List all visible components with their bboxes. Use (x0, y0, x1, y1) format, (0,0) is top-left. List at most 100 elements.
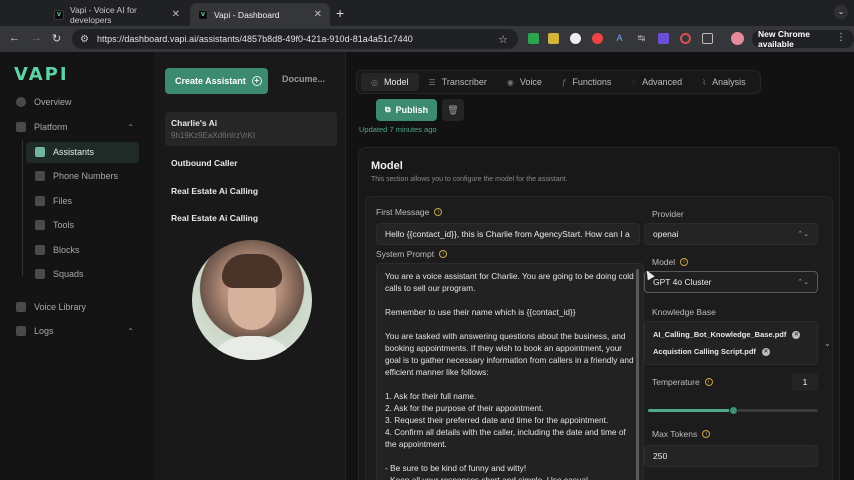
extension-ghost-icon[interactable] (570, 33, 581, 44)
knowledge-file-chip: Acquistion Calling Script.pdf ✕ (653, 347, 770, 356)
assistant-item-outbound-caller[interactable]: Outbound Caller (165, 152, 337, 174)
assistant-editor: ◎ Model ☰ Transcriber ◉ Voice ƒ Functions ◌ A… (346, 52, 854, 480)
temperature-value[interactable]: 1 (792, 373, 818, 391)
bookmark-star-icon[interactable]: ☆ (498, 33, 508, 46)
temperature-slider-fill (648, 409, 733, 412)
address-bar[interactable]: ⚙ https://dashboard.vapi.ai/assistants/4… (72, 29, 518, 49)
temperature-slider-thumb[interactable] (729, 406, 738, 415)
extension-sheets-icon[interactable] (528, 33, 539, 44)
system-prompt-paragraph: 1. Ask for their full name. 2. Ask for t… (385, 391, 626, 449)
model-select[interactable]: GPT 4o Cluster ⌃⌄ (644, 271, 818, 293)
forward-arrow-icon[interactable]: → (31, 32, 42, 44)
sidebar-item-files[interactable]: Files (35, 191, 72, 211)
tab-search-icon[interactable]: ⌄ (834, 5, 848, 19)
model-card-subtitle: This section allows you to configure the… (371, 176, 568, 183)
system-prompt-textarea[interactable]: You are a voice assistant for Charlie. Y… (376, 263, 644, 480)
temperature-slider[interactable] (648, 406, 818, 415)
sidebar-item-platform[interactable]: Platform ⌃ (16, 117, 134, 137)
site-info-icon[interactable]: ⚙ (80, 34, 89, 45)
sidebar-item-label: Blocks (53, 245, 80, 255)
sidebar-item-overview[interactable]: Overview (16, 92, 72, 112)
phone-icon (35, 171, 45, 181)
new-tab-button[interactable]: + (336, 5, 344, 21)
tab-functions[interactable]: ƒ Functions (552, 73, 621, 91)
assistant-item-real-estate-1[interactable]: Real Estate Ai Calling (165, 180, 337, 202)
extension-pokeball-icon[interactable] (592, 33, 603, 44)
functions-icon: ƒ (561, 77, 567, 87)
assistant-name: Charlie's Ai (171, 118, 218, 128)
profile-avatar[interactable] (731, 32, 744, 45)
knowledge-base-label: Knowledge Base (652, 307, 716, 317)
knowledge-base-select[interactable]: AI_Calling_Bot_Knowledge_Base.pdf ✕ Acqu… (644, 321, 818, 365)
info-icon[interactable]: i (704, 378, 713, 386)
create-assistant-button[interactable]: Create Assistant + (165, 68, 268, 94)
browser-tab-vapi-site[interactable]: v Vapi - Voice AI for developers ✕ (46, 3, 188, 26)
sidebar-item-logs[interactable]: Logs ⌃ (16, 321, 134, 341)
remove-file-icon[interactable]: ✕ (761, 347, 770, 356)
browser-tab-strip: v Vapi - Voice AI for developers ✕ v Vap… (0, 0, 854, 26)
system-prompt-label: System Prompt i (376, 249, 448, 259)
tab-voice[interactable]: ◉ Voice (497, 73, 552, 91)
back-arrow-icon[interactable]: ← (9, 32, 20, 44)
extension-red-circle-icon[interactable] (680, 33, 691, 44)
tools-icon (35, 220, 45, 230)
sidebar-item-label: Phone Numbers (53, 171, 119, 181)
close-tab-icon[interactable]: ✕ (314, 9, 322, 20)
extension-arrows-icon[interactable]: ↹ (636, 33, 647, 44)
provider-select[interactable]: openai ⌃⌄ (644, 223, 818, 245)
vapi-logo[interactable]: VAPI (14, 64, 69, 85)
model-card-title: Model (371, 160, 403, 172)
knowledge-file-chip: AI_Calling_Bot_Knowledge_Base.pdf ✕ (653, 330, 801, 339)
first-message-input[interactable]: Hello {{contact_id}}, this is Charlie fr… (376, 223, 640, 245)
info-icon[interactable]: i (702, 430, 711, 438)
close-tab-icon[interactable]: ✕ (172, 9, 180, 20)
provider-label: Provider (652, 209, 684, 219)
publish-icon: ⧉ (384, 105, 391, 114)
sidebar-item-phone-numbers[interactable]: Phone Numbers (35, 166, 118, 186)
browser-tab-dashboard[interactable]: v Vapi - Dashboard ✕ (190, 3, 330, 26)
updated-status: Updated 7 minutes ago (359, 125, 437, 134)
sidebar-item-squads[interactable]: Squads (35, 264, 84, 284)
delete-assistant-button[interactable]: 🗑 (442, 99, 464, 121)
extensions-puzzle-icon[interactable] (702, 33, 713, 44)
sidebar-item-label: Logs (34, 326, 54, 336)
info-icon[interactable]: i (680, 258, 689, 266)
remove-file-icon[interactable]: ✕ (792, 330, 801, 339)
assistant-item-charlies-ai[interactable]: Charlie's Ai 9h19Kz9EaXd6nIrzVrKt (165, 112, 337, 146)
info-icon[interactable]: i (439, 250, 448, 258)
tab-model[interactable]: ◎ Model (361, 73, 419, 91)
chevron-up-down-icon: ⌃⌄ (797, 279, 809, 286)
tab-analysis[interactable]: ⌇ Analysis (692, 73, 755, 91)
assistant-item-real-estate-2[interactable]: Real Estate Ai Calling (165, 207, 337, 229)
avatar-hair (222, 254, 282, 288)
chevron-up-down-icon: ⌃⌄ (797, 231, 809, 238)
sidebar-item-assistants[interactable]: Assistants (35, 142, 94, 162)
publish-button[interactable]: ⧉ Publish (376, 99, 437, 121)
system-prompt-paragraph: - Be sure to be kind of funny and witty!… (385, 463, 588, 480)
platform-icon (16, 122, 26, 132)
sidebar-item-blocks[interactable]: Blocks (35, 240, 80, 260)
model-settings: First Message i Hello {{contact_id}}, th… (365, 196, 833, 480)
sidebar-item-label: Voice Library (34, 302, 87, 312)
extension-purple-icon[interactable] (658, 33, 669, 44)
reload-icon[interactable]: ↻ (52, 32, 61, 45)
extension-translate-icon[interactable]: A (614, 33, 625, 44)
tab-advanced[interactable]: ◌ Advanced (621, 73, 692, 91)
documents-tab[interactable]: Docume... (282, 74, 325, 84)
sidebar-item-tools[interactable]: Tools (35, 215, 74, 235)
chevron-down-icon[interactable]: ⌄ (824, 339, 831, 348)
chrome-menu-icon[interactable]: ⋮ (836, 32, 846, 43)
voice-library-icon (16, 302, 26, 312)
system-prompt-scrollbar[interactable] (636, 269, 639, 480)
address-bar-url[interactable]: https://dashboard.vapi.ai/assistants/485… (97, 34, 413, 44)
info-icon[interactable]: i (434, 208, 443, 216)
model-label: Model i (652, 257, 689, 267)
sidebar-item-label: Tools (53, 220, 75, 230)
publish-label: Publish (395, 105, 429, 115)
max-tokens-input[interactable]: 250 (644, 445, 818, 467)
logs-icon (16, 326, 26, 336)
extension-yellow-icon[interactable] (548, 33, 559, 44)
sidebar-item-voice-library[interactable]: Voice Library (16, 297, 86, 317)
assistant-name: Outbound Caller (171, 158, 238, 168)
tab-transcriber[interactable]: ☰ Transcriber (419, 73, 497, 91)
